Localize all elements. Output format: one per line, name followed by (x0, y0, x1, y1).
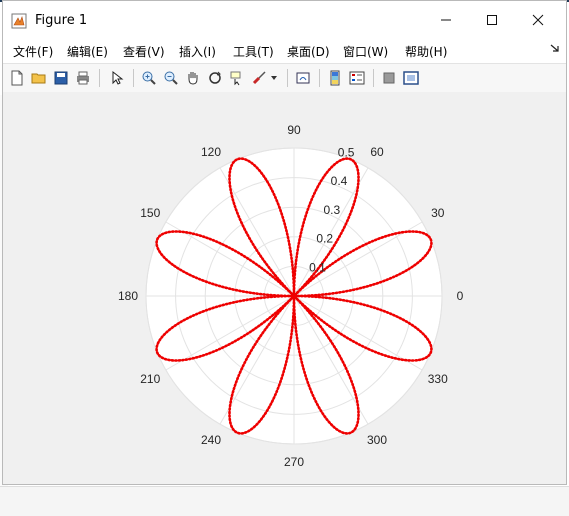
angle-tick-label: 60 (370, 145, 384, 159)
background-editor-bottom (0, 486, 569, 516)
maximize-icon (487, 15, 497, 25)
toolbar-separator (99, 69, 100, 87)
link-plot-icon[interactable] (293, 68, 313, 88)
figure-window: Figure 1 文件(F) 编辑(E) 查看(V) 插入(I) 工具(T) 桌… (2, 0, 567, 485)
dock-arrow-icon[interactable] (550, 43, 560, 53)
angle-tick-label: 0 (457, 289, 464, 303)
figure-toolbar (3, 63, 566, 93)
print-icon[interactable] (73, 68, 93, 88)
menu-bar: 文件(F) 编辑(E) 查看(V) 插入(I) 工具(T) 桌面(D) 窗口(W… (3, 39, 566, 61)
angle-tick-label: 330 (428, 372, 448, 386)
show-plot-tools-icon[interactable] (401, 68, 421, 88)
minimize-button[interactable] (423, 1, 469, 39)
save-icon[interactable] (51, 68, 71, 88)
maximize-button[interactable] (469, 1, 515, 39)
menu-insert[interactable]: 插入(I) (179, 43, 216, 60)
brush-icon[interactable] (249, 68, 269, 88)
zoom-out-icon[interactable] (161, 68, 181, 88)
select-arrow-icon[interactable] (107, 68, 127, 88)
rotate-3d-icon[interactable] (205, 68, 225, 88)
radial-tick-label: 0.5 (338, 145, 355, 159)
menu-desktop[interactable]: 桌面(D) (287, 43, 330, 60)
radial-tick-label: 0.2 (316, 232, 333, 246)
angle-tick-label: 300 (367, 433, 387, 447)
pan-hand-icon[interactable] (183, 68, 203, 88)
angle-tick-label: 210 (140, 372, 160, 386)
toolbar-separator (133, 69, 134, 87)
polar-plot[interactable]: 0 30 60 90 120 150 180 210 240 270 300 330 0.1 0.2 0.3… (3, 92, 566, 484)
legend-icon[interactable] (347, 68, 367, 88)
angle-tick-label: 30 (431, 206, 445, 220)
toolbar-separator (287, 69, 288, 87)
menu-window[interactable]: 窗口(W) (343, 43, 388, 60)
toolbar-separator (373, 69, 374, 87)
angle-tick-label: 150 (140, 206, 160, 220)
angle-tick-label: 270 (284, 455, 304, 469)
menu-file[interactable]: 文件(F) (13, 43, 53, 60)
colorbar-icon[interactable] (325, 68, 345, 88)
radial-tick-label: 0.4 (331, 174, 348, 188)
close-button[interactable] (515, 1, 561, 39)
angle-tick-label: 240 (201, 433, 221, 447)
menu-help[interactable]: 帮助(H) (405, 43, 447, 60)
toolbar-separator (319, 69, 320, 87)
angle-tick-label: 120 (201, 145, 221, 159)
open-folder-icon[interactable] (29, 68, 49, 88)
data-cursor-icon[interactable] (227, 68, 247, 88)
minimize-icon (441, 19, 451, 21)
matlab-app-icon (11, 13, 27, 29)
menu-view[interactable]: 查看(V) (123, 43, 165, 60)
new-figure-icon[interactable] (7, 68, 27, 88)
hide-plot-tools-icon[interactable] (379, 68, 399, 88)
window-title: Figure 1 (35, 13, 88, 28)
radial-tick-label: 0.3 (323, 203, 340, 217)
radial-tick-label: 0.1 (309, 260, 326, 274)
angle-tick-label: 90 (287, 123, 301, 137)
zoom-in-icon[interactable] (139, 68, 159, 88)
figure-canvas[interactable]: 0 30 60 90 120 150 180 210 240 270 300 330 0.1 0.2 0.3… (3, 92, 566, 484)
close-icon (532, 14, 544, 26)
menu-edit[interactable]: 编辑(E) (67, 43, 108, 60)
brush-dropdown-icon[interactable] (269, 68, 279, 88)
menu-tools[interactable]: 工具(T) (233, 43, 274, 60)
title-bar[interactable]: Figure 1 (3, 1, 566, 39)
angle-tick-label: 180 (118, 289, 138, 303)
